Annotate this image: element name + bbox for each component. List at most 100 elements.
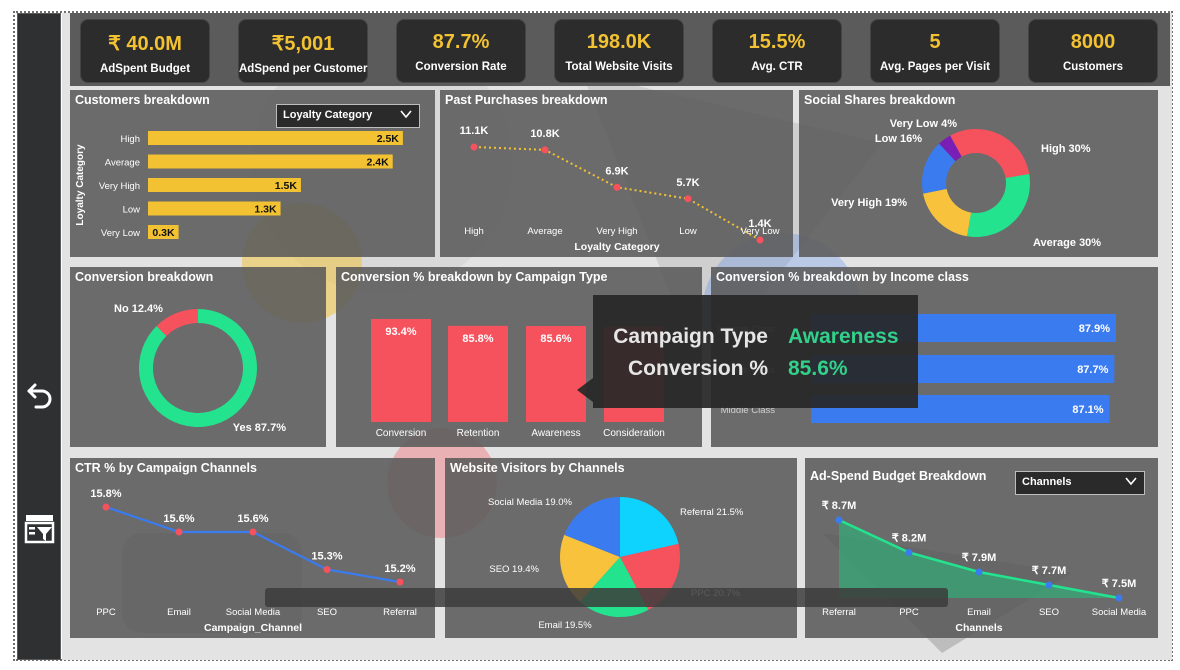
axis-label: Campaign_Channel [204, 622, 302, 634]
customers-bar-chart: Loyalty Category High 2.5K Average 2.4K Very … [75, 131, 403, 239]
navigation-bar [17, 13, 61, 660]
tick-label: PPC [899, 607, 919, 618]
data-label: 15.8% [90, 488, 121, 500]
tick-label: Referral [383, 607, 417, 618]
data-label: ₹ 7.9M [962, 552, 997, 564]
data-label: 87.9% [1079, 323, 1110, 335]
slice-label: Very High 19% [831, 197, 907, 209]
customers-breakdown-panel[interactable]: Customers breakdown Loyalty Category Loy… [70, 90, 435, 257]
tick-label: Low [123, 205, 141, 216]
data-label: 15.6% [237, 513, 268, 525]
social-shares-donut-chart: High 30% Average 30% Very High 19% Low 16% V… [831, 118, 1101, 249]
horizontal-scrollbar[interactable] [265, 588, 948, 607]
adspend-panel[interactable]: Ad-Spend Budget Breakdown Channels ₹ 8.7… [805, 458, 1158, 638]
ctr-panel[interactable]: CTR % by Campaign Channels 15.8% PPC 15.6%… [70, 458, 435, 638]
tick-label: Very Low [101, 228, 140, 239]
kpi-card-customers: 8000 Customers [1028, 19, 1158, 83]
kpi-label: Customers [1062, 61, 1124, 73]
kpi-label: Avg. Pages per Visit [880, 61, 990, 73]
data-label: 15.2% [384, 563, 415, 575]
tick-label: Consideration [603, 428, 665, 439]
data-label: 6.9K [605, 165, 628, 177]
kpi-value: 8000 [1070, 31, 1116, 53]
tick-label: Social Media [226, 607, 281, 618]
website-visitors-pie-chart: Referral 21.5%PPC 20.7%Email 19.5%SEO 19… [488, 497, 744, 631]
kpi-card-conversion-rate: 87.7% Conversion Rate [396, 19, 526, 83]
chart-tooltip: Campaign Type Awareness Conversion % 85.… [593, 295, 918, 408]
tick-label: Average [105, 158, 140, 169]
website-visitors-panel[interactable]: Website Visitors by Channels Referral 21… [445, 458, 797, 638]
kpi-card-avg-ctr: 15.5% Avg. CTR [712, 19, 842, 83]
past-purchases-panel[interactable]: Past Purchases breakdown 11.1K High 10.8K A… [440, 90, 793, 257]
kpi-label: AdSpend per Customer [239, 63, 368, 75]
tick-label: Referral [822, 607, 856, 618]
slice-label: Yes 87.7% [233, 422, 286, 434]
data-label: 1.5K [275, 180, 298, 192]
data-point [470, 143, 478, 151]
kpi-label: AdSpent Budget [99, 63, 191, 75]
data-label: 15.3% [311, 551, 342, 563]
kpi-label: Conversion Rate [415, 61, 507, 73]
data-label: 2.4K [367, 157, 390, 169]
tick-label: Social Media [1092, 607, 1147, 618]
kpi-value: 5 [929, 31, 941, 53]
slice-label: No 12.4% [114, 303, 163, 315]
data-label: ₹ 8.2M [892, 533, 927, 545]
tooltip-key: Conversion % [627, 357, 768, 380]
data-point [905, 549, 913, 556]
tooltip-value: 85.6% [788, 357, 848, 380]
data-label: ₹ 8.7M [822, 500, 857, 512]
data-label: 87.1% [1072, 404, 1103, 416]
bar [148, 154, 393, 169]
slice-label: Very Low 4% [890, 118, 957, 130]
data-point [1045, 581, 1053, 589]
slice-label: SEO 19.4% [489, 564, 539, 575]
pie-slice [139, 309, 257, 427]
slice-label: High 30% [1041, 143, 1091, 155]
tick-label: Retention [457, 428, 500, 439]
axis-label: Loyalty Category [574, 241, 659, 253]
tick-label: Email [967, 607, 991, 618]
data-point [541, 146, 549, 154]
conversion-breakdown-panel[interactable]: Conversion breakdown Yes 87.7% No 12.4% [70, 267, 326, 447]
tick-label: High [120, 134, 140, 145]
slice-label: Email 19.5% [538, 620, 592, 631]
data-label: 85.8% [462, 333, 493, 345]
kpi-card-adspend-per-customer: ₹5,001 AdSpend per Customer [238, 19, 368, 83]
tick-label: Low [679, 226, 697, 237]
axis-label: Channels [955, 622, 1002, 634]
tick-label: Conversion [376, 428, 427, 439]
slice-label: Low 16% [875, 133, 922, 145]
pie-slice [950, 129, 1030, 179]
data-point [249, 528, 257, 536]
slice-label: Average 30% [1033, 237, 1101, 249]
data-point [835, 516, 843, 524]
back-arrow-icon[interactable] [26, 376, 54, 412]
tick-label: PPC [96, 607, 116, 618]
pie-slice [923, 188, 972, 237]
data-label: 11.1K [460, 125, 489, 137]
tick-label: High [464, 226, 484, 237]
data-label: 15.6% [163, 513, 194, 525]
data-label: 2.5K [377, 133, 400, 145]
social-shares-panel[interactable]: Social Shares breakdown High 30% Average … [799, 90, 1158, 257]
adspend-area-chart: ₹ 8.7M Referral ₹ 8.2M PPC ₹ 7.9M Email ₹ 7.7M… [822, 500, 1147, 634]
data-point [1115, 594, 1123, 602]
slice-label: Social Media 19.0% [488, 497, 573, 508]
data-label: ₹ 7.7M [1032, 565, 1067, 577]
filter-panel-icon[interactable] [24, 512, 56, 546]
slice-label: Referral 21.5% [680, 507, 744, 518]
data-label: 0.3K [152, 227, 175, 239]
ctr-line-chart: 15.8% PPC 15.6% Email 15.6% Social Media 15.3%… [90, 488, 417, 634]
data-point [396, 578, 404, 586]
kpi-value: ₹ 40.0M [108, 33, 182, 55]
kpi-value: 198.0K [586, 31, 652, 53]
kpi-label: Total Website Visits [565, 61, 673, 73]
data-label: 5.7K [676, 177, 699, 189]
bar [148, 131, 403, 145]
report-root: ₹ 40.0M AdSpent Budget ₹5,001 AdSpend pe… [0, 0, 1180, 670]
data-label: 93.4% [385, 326, 416, 338]
conversion-donut-chart: Yes 87.7% No 12.4% [114, 303, 286, 434]
data-label: 1.3K [254, 204, 277, 216]
data-point [756, 236, 764, 244]
